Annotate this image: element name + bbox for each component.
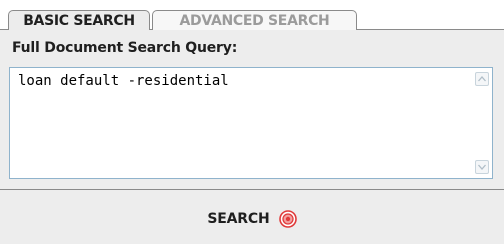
target-icon (278, 210, 297, 228)
tab-basic-search[interactable]: BASIC SEARCH (8, 10, 150, 30)
scroll-down-button[interactable] (475, 160, 489, 174)
panel-divider (0, 189, 504, 190)
scroll-up-button[interactable] (475, 72, 489, 86)
tab-advanced-search[interactable]: ADVANCED SEARCH (152, 10, 357, 30)
search-widget: BASIC SEARCH ADVANCED SEARCH Full Docume… (0, 0, 504, 244)
query-textarea[interactable]: loan default -residential (10, 68, 472, 178)
query-label: Full Document Search Query: (12, 40, 238, 56)
textarea-scrollbar[interactable] (472, 68, 492, 178)
search-button[interactable]: SEARCH (0, 204, 504, 234)
chevron-up-icon (478, 76, 486, 82)
chevron-down-icon (478, 164, 486, 170)
search-button-label: SEARCH (207, 211, 270, 227)
search-panel: Full Document Search Query: loan default… (0, 29, 504, 244)
query-box: loan default -residential (9, 67, 493, 179)
